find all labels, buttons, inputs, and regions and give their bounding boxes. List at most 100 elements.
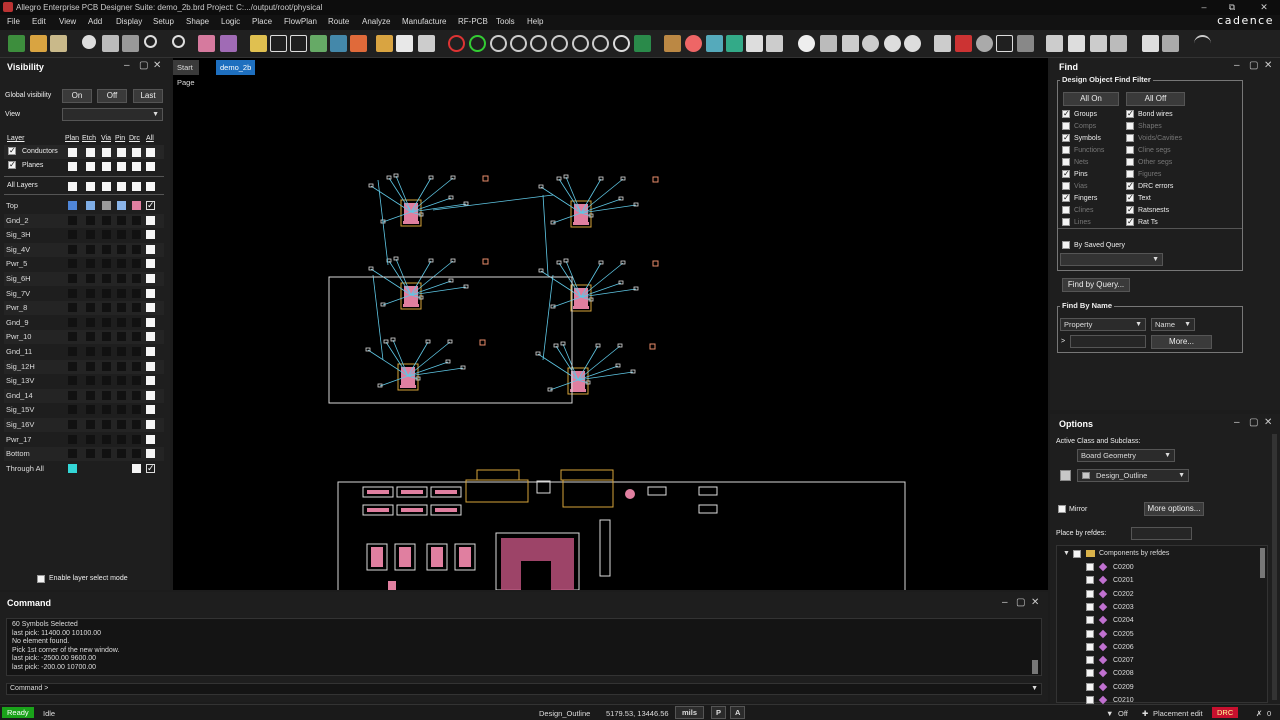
flip-icon[interactable] bbox=[634, 35, 651, 52]
visibility-toggle[interactable] bbox=[146, 182, 155, 191]
menu-setup[interactable]: Setup bbox=[153, 17, 174, 26]
visibility-toggle[interactable] bbox=[117, 148, 126, 157]
dim-icon[interactable] bbox=[904, 35, 921, 52]
all-on-button[interactable]: All On bbox=[1063, 92, 1119, 106]
zoom-in-icon[interactable] bbox=[530, 35, 547, 52]
layer-visibility-swatch[interactable] bbox=[132, 376, 141, 386]
zoom-window-icon[interactable] bbox=[490, 35, 507, 52]
layer-visibility-swatch[interactable] bbox=[68, 288, 77, 298]
saved-query-select[interactable]: ▼ bbox=[1060, 253, 1163, 266]
layer-visibility-swatch[interactable] bbox=[86, 332, 95, 342]
layer-visibility-swatch[interactable] bbox=[86, 449, 95, 459]
menu-manufacture[interactable]: Manufacture bbox=[402, 17, 446, 26]
layer-visibility-swatch[interactable] bbox=[102, 464, 111, 473]
enable-select-checkbox[interactable] bbox=[37, 575, 45, 583]
layer-visibility-swatch[interactable] bbox=[146, 215, 155, 225]
artwork-icon[interactable] bbox=[1162, 35, 1179, 52]
layer-visibility-swatch[interactable] bbox=[86, 434, 95, 444]
layer-visibility-swatch[interactable] bbox=[117, 390, 126, 400]
minimize-panel-icon[interactable]: – bbox=[124, 60, 130, 71]
refdes-item[interactable]: C0209 bbox=[1113, 684, 1134, 691]
filter-checkbox[interactable] bbox=[1126, 170, 1134, 178]
float-panel-icon[interactable]: ▢ bbox=[1016, 597, 1025, 608]
layer-visibility-swatch[interactable] bbox=[86, 390, 95, 400]
command-input[interactable]: Command > ▼ bbox=[6, 683, 1042, 695]
restore-icon[interactable]: ⧉ bbox=[1218, 1, 1246, 13]
layer-visibility-swatch[interactable] bbox=[86, 376, 95, 386]
view-icon[interactable] bbox=[798, 35, 815, 52]
filter-checkbox[interactable]: ✓ bbox=[1126, 206, 1134, 214]
shadow-icon[interactable] bbox=[706, 35, 723, 52]
refdes-checkbox[interactable] bbox=[1086, 696, 1094, 704]
more-button[interactable]: More... bbox=[1151, 335, 1212, 349]
layer-visibility-swatch[interactable] bbox=[102, 376, 111, 386]
grid-icon[interactable] bbox=[664, 35, 681, 52]
layer-visibility-swatch[interactable] bbox=[117, 215, 126, 225]
layer-visibility-swatch[interactable] bbox=[146, 434, 155, 444]
tab-demo-2b[interactable]: demo_2b bbox=[216, 60, 256, 75]
layer-visibility-swatch[interactable] bbox=[146, 390, 155, 400]
tab-start-page[interactable]: Start Page bbox=[173, 60, 199, 87]
visibility-toggle[interactable] bbox=[86, 182, 95, 191]
refdes-input[interactable] bbox=[1131, 527, 1192, 540]
layer-visibility-swatch[interactable] bbox=[68, 215, 77, 225]
layer-visibility-swatch[interactable] bbox=[68, 361, 77, 371]
board-drawing[interactable] bbox=[173, 75, 1048, 590]
layer-visibility-swatch[interactable] bbox=[146, 230, 155, 240]
layer-visibility-swatch[interactable] bbox=[68, 463, 77, 473]
property-select[interactable]: Property ▼ bbox=[1060, 318, 1146, 331]
refdes-item[interactable]: C0201 bbox=[1113, 577, 1134, 584]
refdes-item[interactable]: C0206 bbox=[1113, 644, 1134, 651]
close-icon[interactable]: ✕ bbox=[1250, 1, 1278, 13]
layer-visibility-swatch[interactable] bbox=[117, 259, 126, 269]
filter-checkbox[interactable]: ✓ bbox=[1126, 218, 1134, 226]
layer-visibility-swatch[interactable] bbox=[117, 332, 126, 342]
layer-visibility-swatch[interactable] bbox=[146, 449, 155, 459]
filter-checkbox[interactable] bbox=[1062, 218, 1070, 226]
filter-checkbox[interactable]: ✓ bbox=[1062, 194, 1070, 202]
filter-checkbox[interactable] bbox=[1062, 122, 1070, 130]
layer-visibility-swatch[interactable] bbox=[132, 274, 141, 283]
more-options-button[interactable]: More options... bbox=[1144, 502, 1204, 516]
share-icon[interactable] bbox=[1194, 35, 1211, 52]
layer-visibility-swatch[interactable] bbox=[68, 449, 77, 459]
layer-visibility-swatch[interactable] bbox=[117, 376, 126, 386]
layer-visibility-swatch[interactable] bbox=[68, 434, 77, 444]
visibility-toggle[interactable] bbox=[102, 182, 111, 191]
find-by-query-button[interactable]: Find by Query... bbox=[1062, 278, 1130, 292]
layer-visibility-swatch[interactable] bbox=[68, 390, 77, 400]
filter-checkbox[interactable] bbox=[1126, 146, 1134, 154]
layer-visibility-swatch[interactable] bbox=[102, 230, 111, 240]
filter-icon[interactable]: ▼ bbox=[1106, 709, 1113, 718]
dehighlight-icon[interactable] bbox=[862, 35, 879, 52]
float-panel-icon[interactable]: ▢ bbox=[139, 60, 148, 71]
layer-visibility-swatch[interactable] bbox=[117, 244, 126, 254]
refdes-item[interactable]: C0200 bbox=[1113, 564, 1134, 571]
saved-query-checkbox[interactable] bbox=[1062, 241, 1070, 249]
unpin-icon[interactable] bbox=[220, 35, 237, 52]
swap-icon[interactable] bbox=[1090, 35, 1107, 52]
layer-visibility-swatch[interactable] bbox=[117, 361, 126, 371]
layer-visibility-swatch[interactable] bbox=[86, 230, 95, 240]
layer-visibility-swatch[interactable] bbox=[146, 274, 155, 283]
report-icon[interactable] bbox=[746, 35, 763, 52]
color-icon[interactable] bbox=[685, 35, 702, 52]
tree-scrollbar[interactable] bbox=[1260, 548, 1265, 578]
layer-visibility-swatch[interactable] bbox=[132, 405, 141, 415]
open-icon[interactable] bbox=[30, 35, 47, 52]
close-panel-icon[interactable]: ✕ bbox=[1264, 60, 1272, 71]
align-icon[interactable] bbox=[1110, 35, 1127, 52]
layer-visibility-swatch[interactable] bbox=[146, 420, 155, 429]
float-panel-icon[interactable]: ▢ bbox=[1249, 60, 1258, 71]
layer-visibility-swatch[interactable] bbox=[68, 347, 77, 356]
layer-visibility-swatch[interactable] bbox=[68, 274, 77, 283]
name-select[interactable]: Name ▼ bbox=[1151, 318, 1195, 331]
highlight-icon[interactable] bbox=[842, 35, 859, 52]
refdes-checkbox[interactable] bbox=[1086, 589, 1094, 598]
minimize-panel-icon[interactable]: – bbox=[1234, 60, 1240, 71]
menu-edit[interactable]: Edit bbox=[32, 17, 46, 26]
edit-text-icon[interactable] bbox=[290, 35, 307, 52]
layer-visibility-swatch[interactable] bbox=[146, 317, 155, 327]
redraw-icon[interactable] bbox=[613, 35, 630, 52]
menu-shape[interactable]: Shape bbox=[186, 17, 209, 26]
